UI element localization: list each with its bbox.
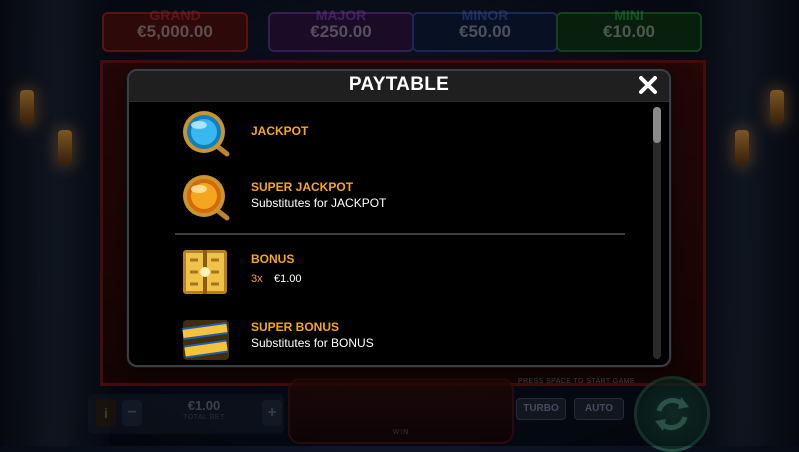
symbol-name: SUPER BONUS <box>251 320 340 334</box>
symbol-name: SUPER JACKPOT <box>251 180 354 194</box>
symbol-description: Substitutes for BONUS <box>251 336 374 350</box>
gold-gate-bonus-icon <box>177 246 233 296</box>
payout-multiplier: 3x <box>251 273 263 285</box>
paytable-list: JACKPOT SUPER JACKPOT Substitutes for JA… <box>129 102 655 365</box>
symbol-name: BONUS <box>251 252 295 266</box>
symbol-name: JACKPOT <box>251 124 309 138</box>
blue-jackpot-orb-icon <box>177 108 233 158</box>
symbol-description: Substitutes for JACKPOT <box>251 196 387 210</box>
payout-amount: €1.00 <box>274 273 302 285</box>
modal-header: PAYTABLE <box>129 71 669 102</box>
modal-title: PAYTABLE <box>348 74 450 95</box>
scrollbar[interactable] <box>653 107 661 359</box>
close-icon <box>639 76 657 94</box>
super-bonus-logo-icon <box>177 314 233 364</box>
divider <box>175 233 625 235</box>
paytable-modal: PAYTABLE JACKPOT SUPER JACKPOT Substitut… <box>127 69 671 367</box>
close-button[interactable] <box>637 74 659 96</box>
gold-jackpot-orb-icon <box>177 172 233 222</box>
scrollbar-thumb[interactable] <box>653 107 661 143</box>
